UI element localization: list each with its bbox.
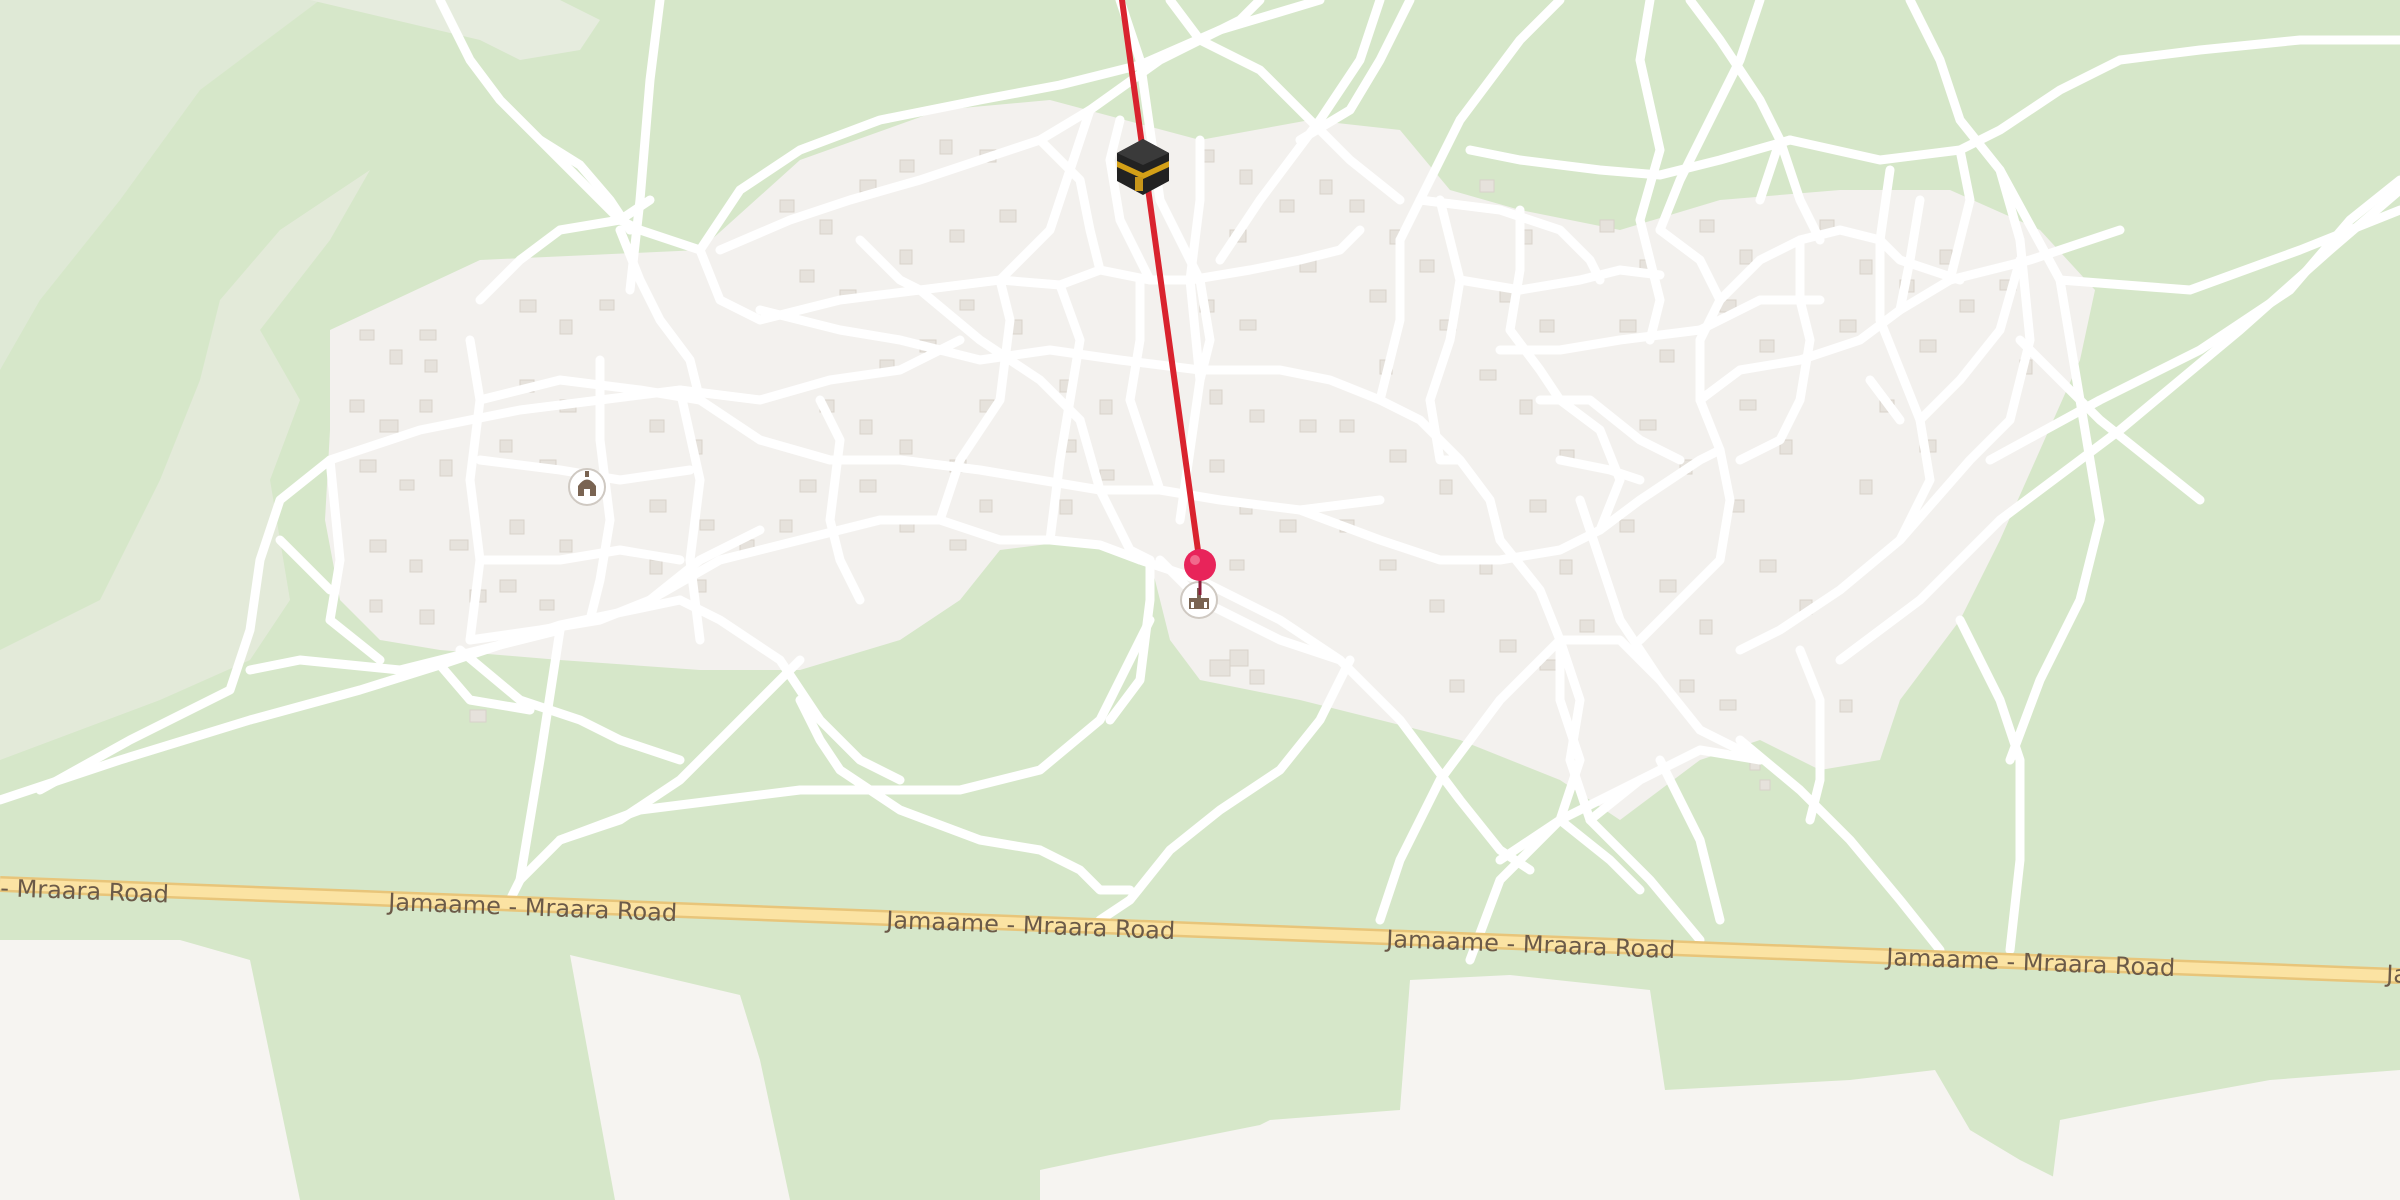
road-label: Ja	[2384, 960, 2400, 989]
mosque-icon[interactable]	[568, 468, 606, 506]
map-view[interactable]: - Mraara Road Jamaame - Mraara Road Jama…	[0, 0, 2400, 1200]
map-canvas[interactable]: - Mraara Road Jamaame - Mraara Road Jama…	[0, 0, 2400, 1200]
